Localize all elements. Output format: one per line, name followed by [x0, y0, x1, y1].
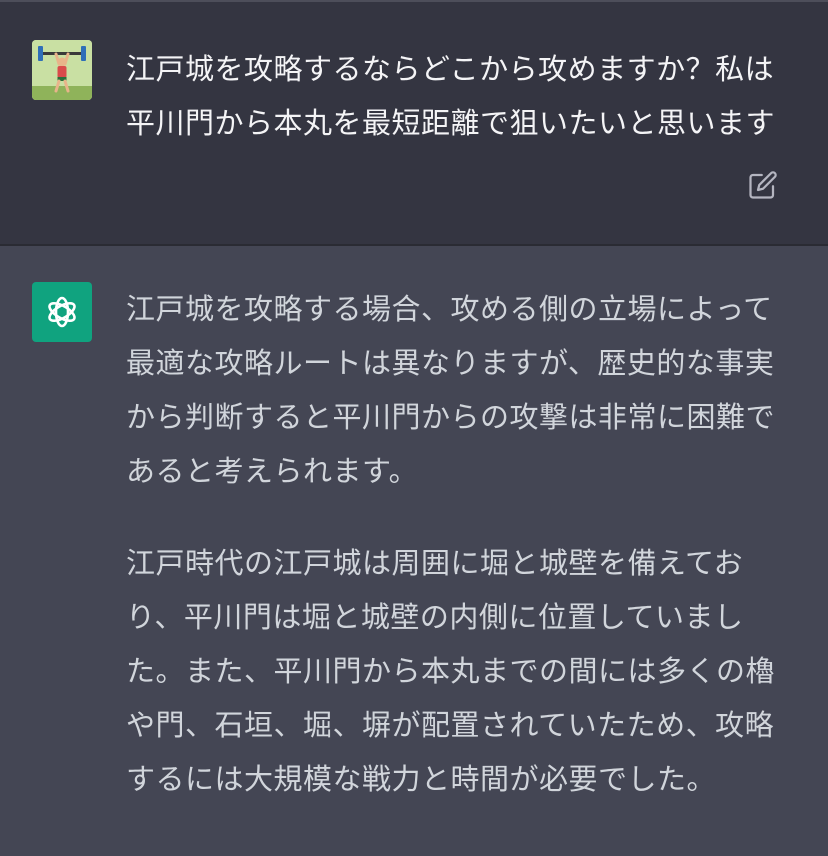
assistant-paragraph: 江戸時代の江戸城は周囲に堀と城壁を備えており、平川門は堀と城壁の内側に位置してい… [126, 546, 776, 796]
openai-logo-icon [32, 282, 92, 342]
user-message-text: 江戸城を攻略するならどこから攻めますか？私は平川門から本丸を最短距離で狙いたいと… [126, 52, 776, 140]
user-message: 江戸城を攻略するならどこから攻めますか？私は平川門から本丸を最短距離で狙いたいと… [0, 0, 828, 246]
edit-icon[interactable] [746, 168, 780, 202]
assistant-paragraph: 江戸城を攻略する場合、攻める側の立場によって最適な攻略ルートは異なりますが、歴史… [126, 292, 776, 488]
chat-thread: 江戸城を攻略するならどこから攻めますか？私は平川門から本丸を最短距離で狙いたいと… [0, 0, 828, 856]
assistant-message: 江戸城を攻略する場合、攻める側の立場によって最適な攻略ルートは異なりますが、歴史… [0, 246, 828, 856]
assistant-message-text: 江戸城を攻略する場合、攻める側の立場によって最適な攻略ルートは異なりますが、歴史… [126, 282, 796, 806]
weightlifter-avatar-icon [32, 40, 92, 100]
